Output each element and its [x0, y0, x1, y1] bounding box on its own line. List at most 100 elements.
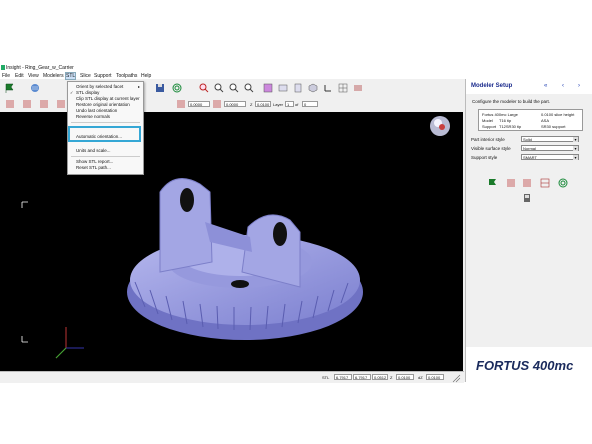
support-style-select[interactable]: SMART ▾ [521, 154, 579, 160]
support-tip-label: Support [482, 124, 497, 129]
prev-page-icon[interactable]: ‹ [562, 83, 564, 89]
support-material: SR30 support [541, 124, 566, 129]
chevron-down-icon: ▾ [573, 155, 578, 160]
submenu-arrow-icon: ▸ [137, 84, 140, 89]
menu-modelers[interactable]: Modelers [43, 73, 64, 79]
window-title: Insight - Ring_Gear_w_Carrier [6, 65, 74, 71]
flag-icon[interactable] [5, 83, 15, 93]
layers-icon[interactable] [5, 99, 15, 109]
save-icon[interactable] [155, 83, 165, 93]
view-iso-icon[interactable] [308, 83, 318, 93]
layer-range-icon[interactable] [176, 99, 186, 109]
menu-file[interactable]: File [2, 73, 10, 79]
menu-item-stl-display[interactable]: STL display [76, 90, 99, 95]
resize-grip-icon[interactable] [451, 373, 461, 383]
menu-support[interactable]: Support [94, 73, 112, 79]
view-side-icon[interactable] [293, 83, 303, 93]
layers-up-icon[interactable] [39, 99, 49, 109]
layer-range-end-icon[interactable] [212, 99, 222, 109]
slice-height: 0.0100 slice height [541, 112, 575, 117]
visible-surface-label: Visible surface style [471, 146, 511, 151]
zoom-icon[interactable] [199, 83, 209, 93]
app-window: Insight - Ring_Gear_w_Carrier File Edit … [0, 64, 592, 383]
status-dz-label: dZ [418, 375, 423, 380]
globe-icon[interactable] [30, 83, 40, 93]
layer-field[interactable]: 1 [285, 101, 294, 107]
menu-item-orient-facet[interactable]: Orient by selected facet [76, 84, 123, 89]
status-stl-label: STL [322, 375, 330, 380]
status-y: 6.7917 [353, 374, 371, 380]
support-tip-value: T12SR30 tip [499, 124, 522, 129]
menu-item-units-scale[interactable]: Units and scale... [76, 148, 111, 153]
model-tip-value: T16 tip [499, 118, 512, 123]
logo-text: FORTUS 400mc [476, 358, 574, 373]
view-layer-icon[interactable] [353, 83, 363, 93]
panel-header: Modeler Setup « ‹ › [466, 79, 592, 94]
coord-field-a[interactable]: 0.0000 [188, 101, 210, 107]
layers-down-icon[interactable] [22, 99, 32, 109]
status-z-label: Z [390, 375, 393, 380]
next-page-icon[interactable]: › [578, 83, 580, 89]
menu-item-reverse-normals[interactable]: Reverse normals [76, 114, 110, 119]
highlight-box [68, 126, 141, 142]
menu-toolpaths[interactable]: Toolpaths [116, 73, 137, 79]
title-bar: Insight - Ring_Gear_w_Carrier [0, 64, 592, 72]
menu-view[interactable]: View [28, 73, 39, 79]
status-bar: STL 6.7917 6.7917 0.0512 Z 0.0100 dZ 0.0… [0, 371, 464, 383]
view-axis-icon[interactable] [323, 83, 333, 93]
spiral-icon[interactable] [172, 83, 182, 93]
modeler-setup-panel: Modeler Setup « ‹ › Configure the modele… [465, 79, 592, 382]
visible-surface-select[interactable]: Normal ▾ [521, 145, 579, 151]
panel-description: Configure the modeler to build the part. [472, 99, 551, 104]
z-label: Z [250, 102, 253, 107]
support-layers-icon[interactable] [540, 178, 550, 188]
layers-icon[interactable] [506, 178, 516, 188]
menu-item-stl-report[interactable]: Show STL report... [76, 159, 113, 164]
status-z2: 0.0100 [396, 374, 414, 380]
fortus-logo: FORTUS 400mc [466, 347, 592, 382]
menu-separator [71, 122, 140, 123]
view-top-icon[interactable] [278, 83, 288, 93]
menu-edit[interactable]: Edit [15, 73, 24, 79]
menu-separator [71, 156, 140, 157]
part-interior-select[interactable]: Solid ▾ [521, 136, 579, 142]
menu-item-undo-orientation[interactable]: Undo last orientation [76, 108, 117, 113]
flag-icon[interactable] [488, 178, 498, 188]
first-page-icon[interactable]: « [544, 83, 547, 89]
zoom-out-icon[interactable] [229, 83, 239, 93]
coord-field-b[interactable]: 0.0000 [224, 101, 246, 107]
layers-all-icon[interactable] [56, 99, 66, 109]
menu-help[interactable]: Help [141, 73, 151, 79]
menu-item-restore-orientation[interactable]: Restore original orientation [76, 102, 130, 107]
modeler-info-box: Fortus 400mc Large Model T16 tip Support… [478, 109, 583, 131]
menu-item-clip-stl[interactable]: Clip STL display at current layer [76, 96, 140, 101]
status-x: 6.7917 [334, 374, 352, 380]
chevron-down-icon: ▾ [573, 146, 578, 151]
status-dz: 0.0100 [426, 374, 444, 380]
support-style-label: Support style [471, 155, 498, 160]
of-field: 0 [302, 101, 318, 107]
layers-range-icon[interactable] [522, 178, 532, 188]
layer-label: Layer [273, 102, 284, 107]
view-front-icon[interactable] [263, 83, 273, 93]
chevron-down-icon: ▾ [573, 137, 578, 142]
zoom-in-icon[interactable] [214, 83, 224, 93]
menu-slice[interactable]: Slice [80, 73, 91, 79]
menu-item-reset-stl-path[interactable]: Reset STL path... [76, 165, 111, 170]
modeler-name: Fortus 400mc Large [482, 112, 518, 117]
of-label: of [295, 102, 299, 107]
status-z1: 0.0512 [372, 374, 388, 380]
app-icon [1, 65, 5, 70]
z-field[interactable]: 0.0100 [255, 101, 271, 107]
toolpath-icon[interactable] [558, 178, 568, 188]
model-material: ASA [541, 118, 550, 123]
part-interior-label: Part interior style [471, 137, 505, 142]
menu-bar: File Edit View Modelers STL Slice Suppor… [0, 72, 592, 80]
printer-icon[interactable] [522, 193, 532, 203]
panel-title: Modeler Setup [471, 83, 513, 89]
model-tip-label: Model [482, 118, 493, 123]
zoom-fit-icon[interactable] [244, 83, 254, 93]
menu-stl[interactable]: STL [64, 72, 77, 80]
check-icon: ✓ [70, 90, 74, 95]
view-grid-icon[interactable] [338, 83, 348, 93]
